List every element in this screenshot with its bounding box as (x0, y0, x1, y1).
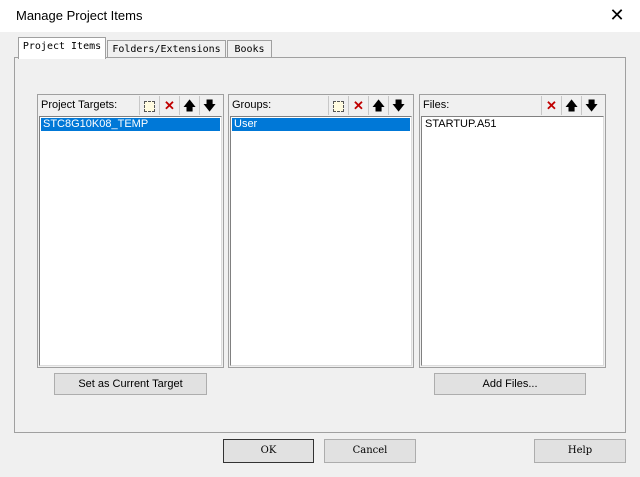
tab-panel: Project Targets: ✕ 🡅 🡇 STC8G10K08_TEMP G… (14, 57, 626, 433)
files-label: Files: (423, 99, 450, 111)
project-targets-list[interactable]: STC8G10K08_TEMP (39, 116, 222, 366)
files-list[interactable]: STARTUP.A51 (421, 116, 604, 366)
help-button[interactable]: Help (534, 439, 626, 463)
project-targets-header: Project Targets: ✕ 🡅 🡇 (39, 96, 222, 115)
move-down-target-icon[interactable]: 🡇 (199, 96, 219, 115)
move-up-target-icon[interactable]: 🡅 (179, 96, 199, 115)
groups-label: Groups: (232, 99, 272, 111)
new-target-icon[interactable] (139, 96, 159, 115)
move-up-file-icon[interactable]: 🡅 (561, 96, 581, 115)
tab-project-items[interactable]: Project Items (18, 37, 106, 59)
window-title: Manage Project Items (16, 8, 143, 23)
ok-button[interactable]: OK (223, 439, 314, 463)
move-down-group-icon[interactable]: 🡇 (388, 96, 408, 115)
files-header: Files: ✕ 🡅 🡇 (421, 96, 604, 115)
move-up-group-icon[interactable]: 🡅 (368, 96, 388, 115)
list-item[interactable]: STARTUP.A51 (423, 118, 602, 131)
set-current-target-button[interactable]: Set as Current Target (54, 373, 207, 395)
groups-group: Groups: ✕ 🡅 🡇 User (228, 94, 414, 368)
list-item[interactable]: User (232, 118, 410, 131)
files-group: Files: ✕ 🡅 🡇 STARTUP.A51 (419, 94, 606, 368)
new-group-icon[interactable] (328, 96, 348, 115)
list-item[interactable]: STC8G10K08_TEMP (41, 118, 220, 131)
groups-list[interactable]: User (230, 116, 412, 366)
delete-file-icon[interactable]: ✕ (541, 96, 561, 115)
delete-target-icon[interactable]: ✕ (159, 96, 179, 115)
title-bar: Manage Project Items ✕ (0, 0, 640, 32)
groups-header: Groups: ✕ 🡅 🡇 (230, 96, 412, 115)
add-files-button[interactable]: Add Files... (434, 373, 586, 395)
project-targets-group: Project Targets: ✕ 🡅 🡇 STC8G10K08_TEMP (37, 94, 224, 368)
close-icon[interactable]: ✕ (608, 5, 626, 25)
delete-group-icon[interactable]: ✕ (348, 96, 368, 115)
cancel-button[interactable]: Cancel (324, 439, 416, 463)
tab-books[interactable]: Books (227, 40, 272, 58)
project-targets-label: Project Targets: (41, 99, 118, 111)
tab-folders-extensions[interactable]: Folders/Extensions (107, 40, 226, 58)
move-down-file-icon[interactable]: 🡇 (581, 96, 601, 115)
